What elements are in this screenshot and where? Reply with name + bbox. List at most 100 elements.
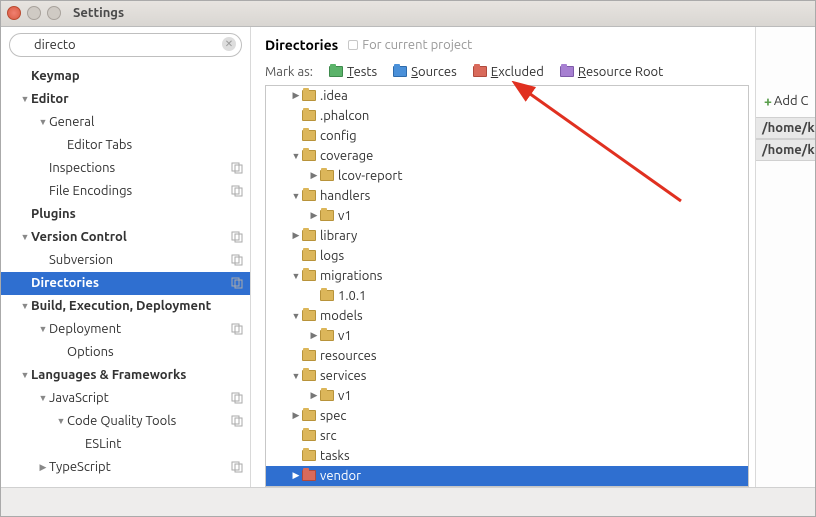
directory-name: .phalcon	[320, 109, 369, 123]
folder-icon	[320, 170, 334, 181]
directory-tree-row[interactable]: config	[266, 126, 748, 146]
folder-icon	[302, 130, 316, 141]
content-root-path[interactable]: /home/k	[756, 139, 815, 161]
folder-icon	[302, 410, 316, 421]
directory-tree-row[interactable]: ▶ v1	[266, 206, 748, 226]
sidebar-item[interactable]: ▶TypeScript	[1, 456, 250, 479]
content-root-path[interactable]: /home/k	[756, 117, 815, 139]
mark-as-sources[interactable]: Sources	[393, 65, 457, 79]
sidebar-item-label: Editor Tabs	[67, 138, 244, 152]
sidebar-item[interactable]: Directories	[1, 272, 250, 295]
expand-arrow-icon[interactable]: ▶	[308, 330, 320, 341]
expand-arrow-icon[interactable]: ▼	[37, 117, 49, 127]
directory-name: v1	[338, 209, 352, 223]
expand-arrow-icon[interactable]: ▶	[308, 170, 320, 181]
expand-arrow-icon[interactable]: ▶	[308, 210, 320, 221]
expand-arrow-icon[interactable]: ▶	[308, 390, 320, 401]
mark-label: Sources	[411, 65, 457, 79]
folder-icon	[560, 66, 574, 77]
expand-arrow-icon[interactable]: ▶	[290, 410, 302, 421]
sidebar-item[interactable]: Options	[1, 341, 250, 364]
directory-tree-row[interactable]: ▶vendor	[266, 466, 748, 486]
sidebar-item[interactable]: ▼General	[1, 111, 250, 134]
folder-icon	[302, 150, 316, 161]
sidebar-item[interactable]: File Encodings	[1, 180, 250, 203]
expand-arrow-icon[interactable]: ▶	[290, 470, 302, 481]
sidebar-item[interactable]: Plugins	[1, 203, 250, 226]
mark-as-excluded[interactable]: Excluded	[473, 65, 544, 79]
expand-arrow-icon[interactable]: ▶	[37, 462, 49, 473]
expand-arrow-icon[interactable]: ▶	[290, 230, 302, 241]
expand-arrow-icon[interactable]: ▼	[290, 151, 302, 161]
sidebar-item-label: Code Quality Tools	[67, 414, 226, 428]
expand-arrow-icon[interactable]: ▼	[55, 416, 67, 426]
maximize-icon[interactable]	[47, 6, 61, 20]
expand-arrow-icon[interactable]: ▼	[19, 301, 31, 311]
sidebar: ✕ Keymap▼Editor▼GeneralEditor TabsInspec…	[1, 27, 251, 487]
directory-tree-row[interactable]: logs	[266, 246, 748, 266]
sidebar-item-label: Keymap	[31, 69, 244, 83]
expand-arrow-icon[interactable]: ▼	[37, 324, 49, 334]
directory-name: config	[320, 129, 357, 143]
sidebar-item[interactable]: ▼Code Quality Tools	[1, 410, 250, 433]
project-scope-icon	[230, 322, 244, 336]
expand-arrow-icon[interactable]: ▼	[290, 271, 302, 281]
directory-tree-row[interactable]: ▶library	[266, 226, 748, 246]
sidebar-item[interactable]: ▼Build, Execution, Deployment	[1, 295, 250, 318]
directory-tree-row[interactable]: ▼handlers	[266, 186, 748, 206]
settings-tree: Keymap▼Editor▼GeneralEditor TabsInspecti…	[1, 65, 250, 487]
expand-arrow-icon[interactable]: ▼	[290, 311, 302, 321]
directory-name: lcov-report	[338, 169, 402, 183]
expand-arrow-icon[interactable]: ▶	[290, 90, 302, 101]
sidebar-item-label: ESLint	[85, 437, 244, 451]
directory-tree-row[interactable]: .phalcon	[266, 106, 748, 126]
expand-arrow-icon[interactable]: ▼	[290, 191, 302, 201]
expand-arrow-icon[interactable]: ▼	[290, 371, 302, 381]
directory-name: models	[320, 309, 363, 323]
directory-name: tasks	[320, 449, 350, 463]
sidebar-item-label: Subversion	[49, 253, 226, 267]
directory-tree-row[interactable]: ▶.idea	[266, 86, 748, 106]
directory-tree-row[interactable]: ▶spec	[266, 406, 748, 426]
directory-tree-row[interactable]: src	[266, 426, 748, 446]
directory-tree-row[interactable]: ▼services	[266, 366, 748, 386]
sidebar-item[interactable]: ▼Deployment	[1, 318, 250, 341]
directory-tree-row[interactable]: ▶ lcov-report	[266, 166, 748, 186]
content-roots-panel: + Add C /home/k/home/k	[755, 27, 815, 487]
mark-as-resource-root[interactable]: Resource Root	[560, 65, 663, 79]
directory-tree-row[interactable]: ▼migrations	[266, 266, 748, 286]
sidebar-item-label: Editor	[31, 92, 244, 106]
directory-tree-row[interactable]: ▼coverage	[266, 146, 748, 166]
sidebar-item[interactable]: ▼Editor	[1, 88, 250, 111]
folder-icon	[473, 66, 487, 77]
directory-tree-row[interactable]: ▶v1	[266, 326, 748, 346]
folder-icon	[302, 270, 316, 281]
close-icon[interactable]	[7, 6, 21, 20]
clear-search-icon[interactable]: ✕	[222, 37, 236, 51]
expand-arrow-icon[interactable]: ▼	[19, 370, 31, 380]
directory-tree-row[interactable]: ▼ models	[266, 306, 748, 326]
directory-tree-row[interactable]: tasks	[266, 446, 748, 466]
project-scope-icon	[230, 161, 244, 175]
minimize-icon[interactable]	[27, 6, 41, 20]
directory-tree-row[interactable]: ▶v1	[266, 386, 748, 406]
expand-arrow-icon[interactable]: ▼	[19, 232, 31, 242]
mark-as-tests[interactable]: Tests	[329, 65, 377, 79]
window-title: Settings	[73, 6, 124, 20]
main-panel: Directories For current project Mark as:…	[251, 27, 815, 487]
sidebar-item[interactable]: Keymap	[1, 65, 250, 88]
directory-tree-row[interactable]: 1.0.1	[266, 286, 748, 306]
sidebar-item[interactable]: Subversion	[1, 249, 250, 272]
sidebar-item-label: General	[49, 115, 244, 129]
add-content-root-button[interactable]: + Add C	[756, 91, 815, 117]
search-input[interactable]	[9, 33, 242, 57]
sidebar-item[interactable]: ▼Version Control	[1, 226, 250, 249]
sidebar-item[interactable]: Editor Tabs	[1, 134, 250, 157]
directory-tree-row[interactable]: resources	[266, 346, 748, 366]
sidebar-item[interactable]: ▼JavaScript	[1, 387, 250, 410]
sidebar-item[interactable]: ESLint	[1, 433, 250, 456]
sidebar-item[interactable]: ▼Languages & Frameworks	[1, 364, 250, 387]
expand-arrow-icon[interactable]: ▼	[37, 393, 49, 403]
expand-arrow-icon[interactable]: ▼	[19, 94, 31, 104]
sidebar-item[interactable]: Inspections	[1, 157, 250, 180]
